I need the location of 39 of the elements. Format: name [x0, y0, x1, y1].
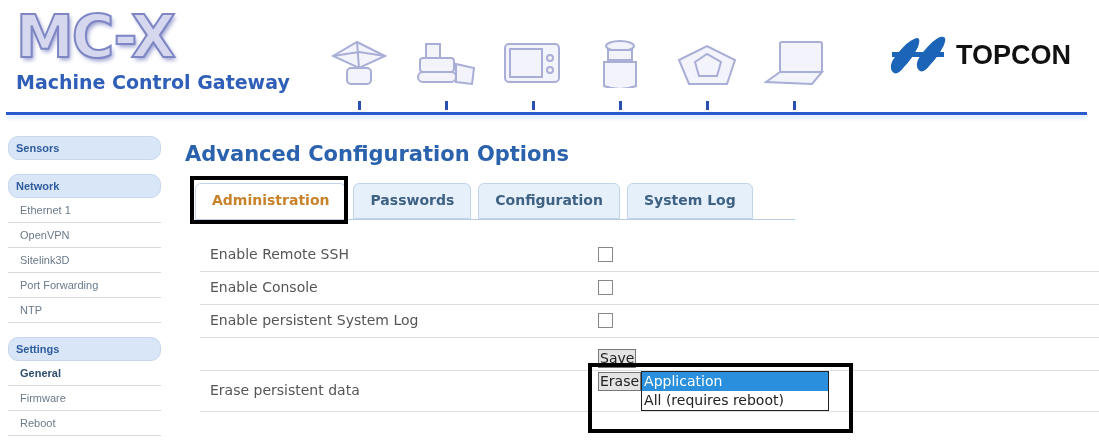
tick-mark [444, 101, 448, 110]
setting-label: Enable Console [210, 278, 319, 297]
tick-mark [531, 101, 535, 110]
sidebar-item[interactable]: Reboot [8, 411, 161, 436]
sidebar-item[interactable]: OpenVPN [8, 223, 161, 248]
sidebar-section[interactable]: Network [8, 174, 161, 198]
erase-button[interactable]: Erase [598, 372, 642, 391]
sidebar-item[interactable]: NTP [8, 298, 161, 323]
tab[interactable]: Passwords [353, 182, 472, 219]
logo-subtitle: Machine Control Gateway [16, 70, 290, 95]
brand-name: TOPCON [956, 38, 1071, 72]
sidebar-section[interactable]: Sensors [8, 136, 161, 160]
tick-mark [618, 101, 622, 110]
logo-title: MC-X [16, 8, 174, 66]
tab[interactable]: Configuration [478, 182, 620, 219]
sidebar-item[interactable]: Firmware [8, 386, 161, 411]
checkbox[interactable] [598, 247, 613, 262]
sidebar-item[interactable]: Port Forwarding [8, 273, 161, 298]
laptop-icon [764, 38, 824, 88]
sidebar-section[interactable]: Settings [8, 337, 161, 361]
tick-mark [705, 101, 709, 110]
setting-label: Enable Remote SSH [210, 245, 350, 264]
checkbox[interactable] [598, 313, 613, 328]
setting-label: Erase persistent data [210, 381, 361, 400]
checkbox[interactable] [598, 280, 613, 295]
dish-icon [329, 38, 389, 88]
tab[interactable]: System Log [626, 182, 753, 219]
sidebar-item[interactable]: General [8, 361, 161, 386]
page-title: Advanced Configuration Options [185, 141, 570, 168]
tab[interactable]: Administration [195, 182, 347, 219]
listbox[interactable]: Application All (requires reboot) [641, 371, 830, 411]
sidebar-item[interactable]: Ethernet 1 [8, 198, 161, 223]
listbox-option[interactable]: Application [642, 372, 829, 391]
setting-label: Enable persistent System Log [210, 311, 420, 330]
cylinder-icon [600, 38, 640, 88]
sidebar-item[interactable]: Sitelink3D [8, 248, 161, 273]
tick-mark [792, 101, 796, 110]
listbox-option[interactable]: All (requires reboot) [642, 391, 829, 410]
tick-mark [357, 101, 361, 110]
